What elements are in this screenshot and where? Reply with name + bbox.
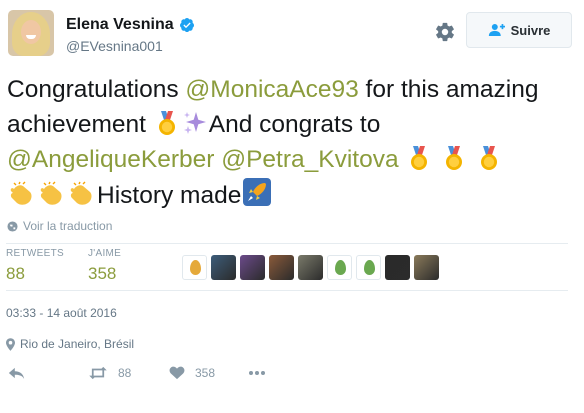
gear-icon[interactable]: [434, 21, 456, 43]
medal-icon: [481, 146, 498, 170]
liker-avatars: [182, 255, 439, 280]
tweet-text: Congratulations @MonicaAce93 for this am…: [7, 72, 567, 213]
follow-button[interactable]: Suivre: [466, 12, 572, 48]
tweet-text-segment: And congrats to: [208, 111, 381, 138]
medal-icon: [411, 146, 428, 170]
sparkles-icon: [183, 112, 206, 134]
author-block[interactable]: Elena Vesnina @EVesnina001: [66, 16, 195, 54]
tweet-location[interactable]: Rio de Janeiro, Brésil: [6, 337, 134, 351]
retweets-label: RETWEETS: [6, 248, 64, 259]
clapping-hands-icon: [70, 181, 92, 205]
mention-link[interactable]: @MonicaAce93: [185, 76, 358, 103]
location-pin-icon: [6, 337, 15, 351]
like-button[interactable]: 358: [169, 366, 215, 380]
liker-avatar[interactable]: [414, 255, 439, 280]
liker-avatar[interactable]: [298, 255, 323, 280]
divider: [6, 243, 568, 244]
tweet-actions: 88 358: [6, 364, 566, 388]
liker-avatar[interactable]: [182, 255, 207, 280]
tweet-header: Elena Vesnina @EVesnina001 Suivre: [8, 10, 576, 62]
likes-label: J'AIME: [88, 248, 122, 259]
handle[interactable]: @EVesnina001: [66, 38, 195, 54]
tweet-text-segment: History made: [97, 182, 242, 209]
tweet-timestamp[interactable]: 03:33 - 14 août 2016: [6, 306, 117, 320]
retweet-icon: [89, 366, 107, 380]
medal-icon: [158, 111, 175, 135]
translate-label: Voir la traduction: [23, 219, 113, 233]
translate-link[interactable]: Voir la traduction: [7, 219, 112, 233]
liker-avatar[interactable]: [240, 255, 265, 280]
retweet-count: 88: [118, 366, 132, 380]
heart-icon: [169, 366, 185, 380]
more-dots-icon: [249, 371, 265, 375]
retweets-count: 88: [6, 264, 25, 283]
more-button[interactable]: [248, 366, 266, 380]
add-user-icon: [488, 24, 505, 36]
tweet-text-segment: Congratulations: [7, 76, 186, 103]
medal-icon: [446, 146, 463, 170]
verified-badge-icon: [179, 18, 194, 32]
likes-count: 358: [88, 264, 117, 283]
retweets-stat[interactable]: RETWEETS 88: [6, 248, 64, 284]
mention-link[interactable]: @Petra_Kvitova: [221, 146, 398, 173]
like-count: 358: [195, 366, 216, 380]
divider: [6, 290, 568, 291]
likes-stat[interactable]: J'AIME 358: [88, 248, 121, 284]
retweet-button[interactable]: 88: [88, 366, 131, 380]
clapping-hands-icon: [10, 181, 32, 205]
reply-button[interactable]: [8, 366, 25, 380]
liker-avatar[interactable]: [211, 255, 236, 280]
follow-button-label: Suivre: [510, 22, 551, 38]
mention-link[interactable]: @AngeliqueKerber: [7, 146, 214, 173]
liker-avatar[interactable]: [269, 255, 294, 280]
reply-icon: [8, 367, 25, 379]
liker-avatar[interactable]: [356, 255, 381, 280]
liker-avatar[interactable]: [385, 255, 410, 280]
location-label: Rio de Janeiro, Brésil: [20, 337, 135, 351]
liker-avatar[interactable]: [327, 255, 352, 280]
avatar[interactable]: [8, 10, 54, 56]
globe-icon: [7, 220, 18, 232]
display-name[interactable]: Elena Vesnina: [66, 16, 174, 34]
clapping-hands-icon: [40, 181, 62, 205]
rocket-icon: [243, 178, 272, 206]
